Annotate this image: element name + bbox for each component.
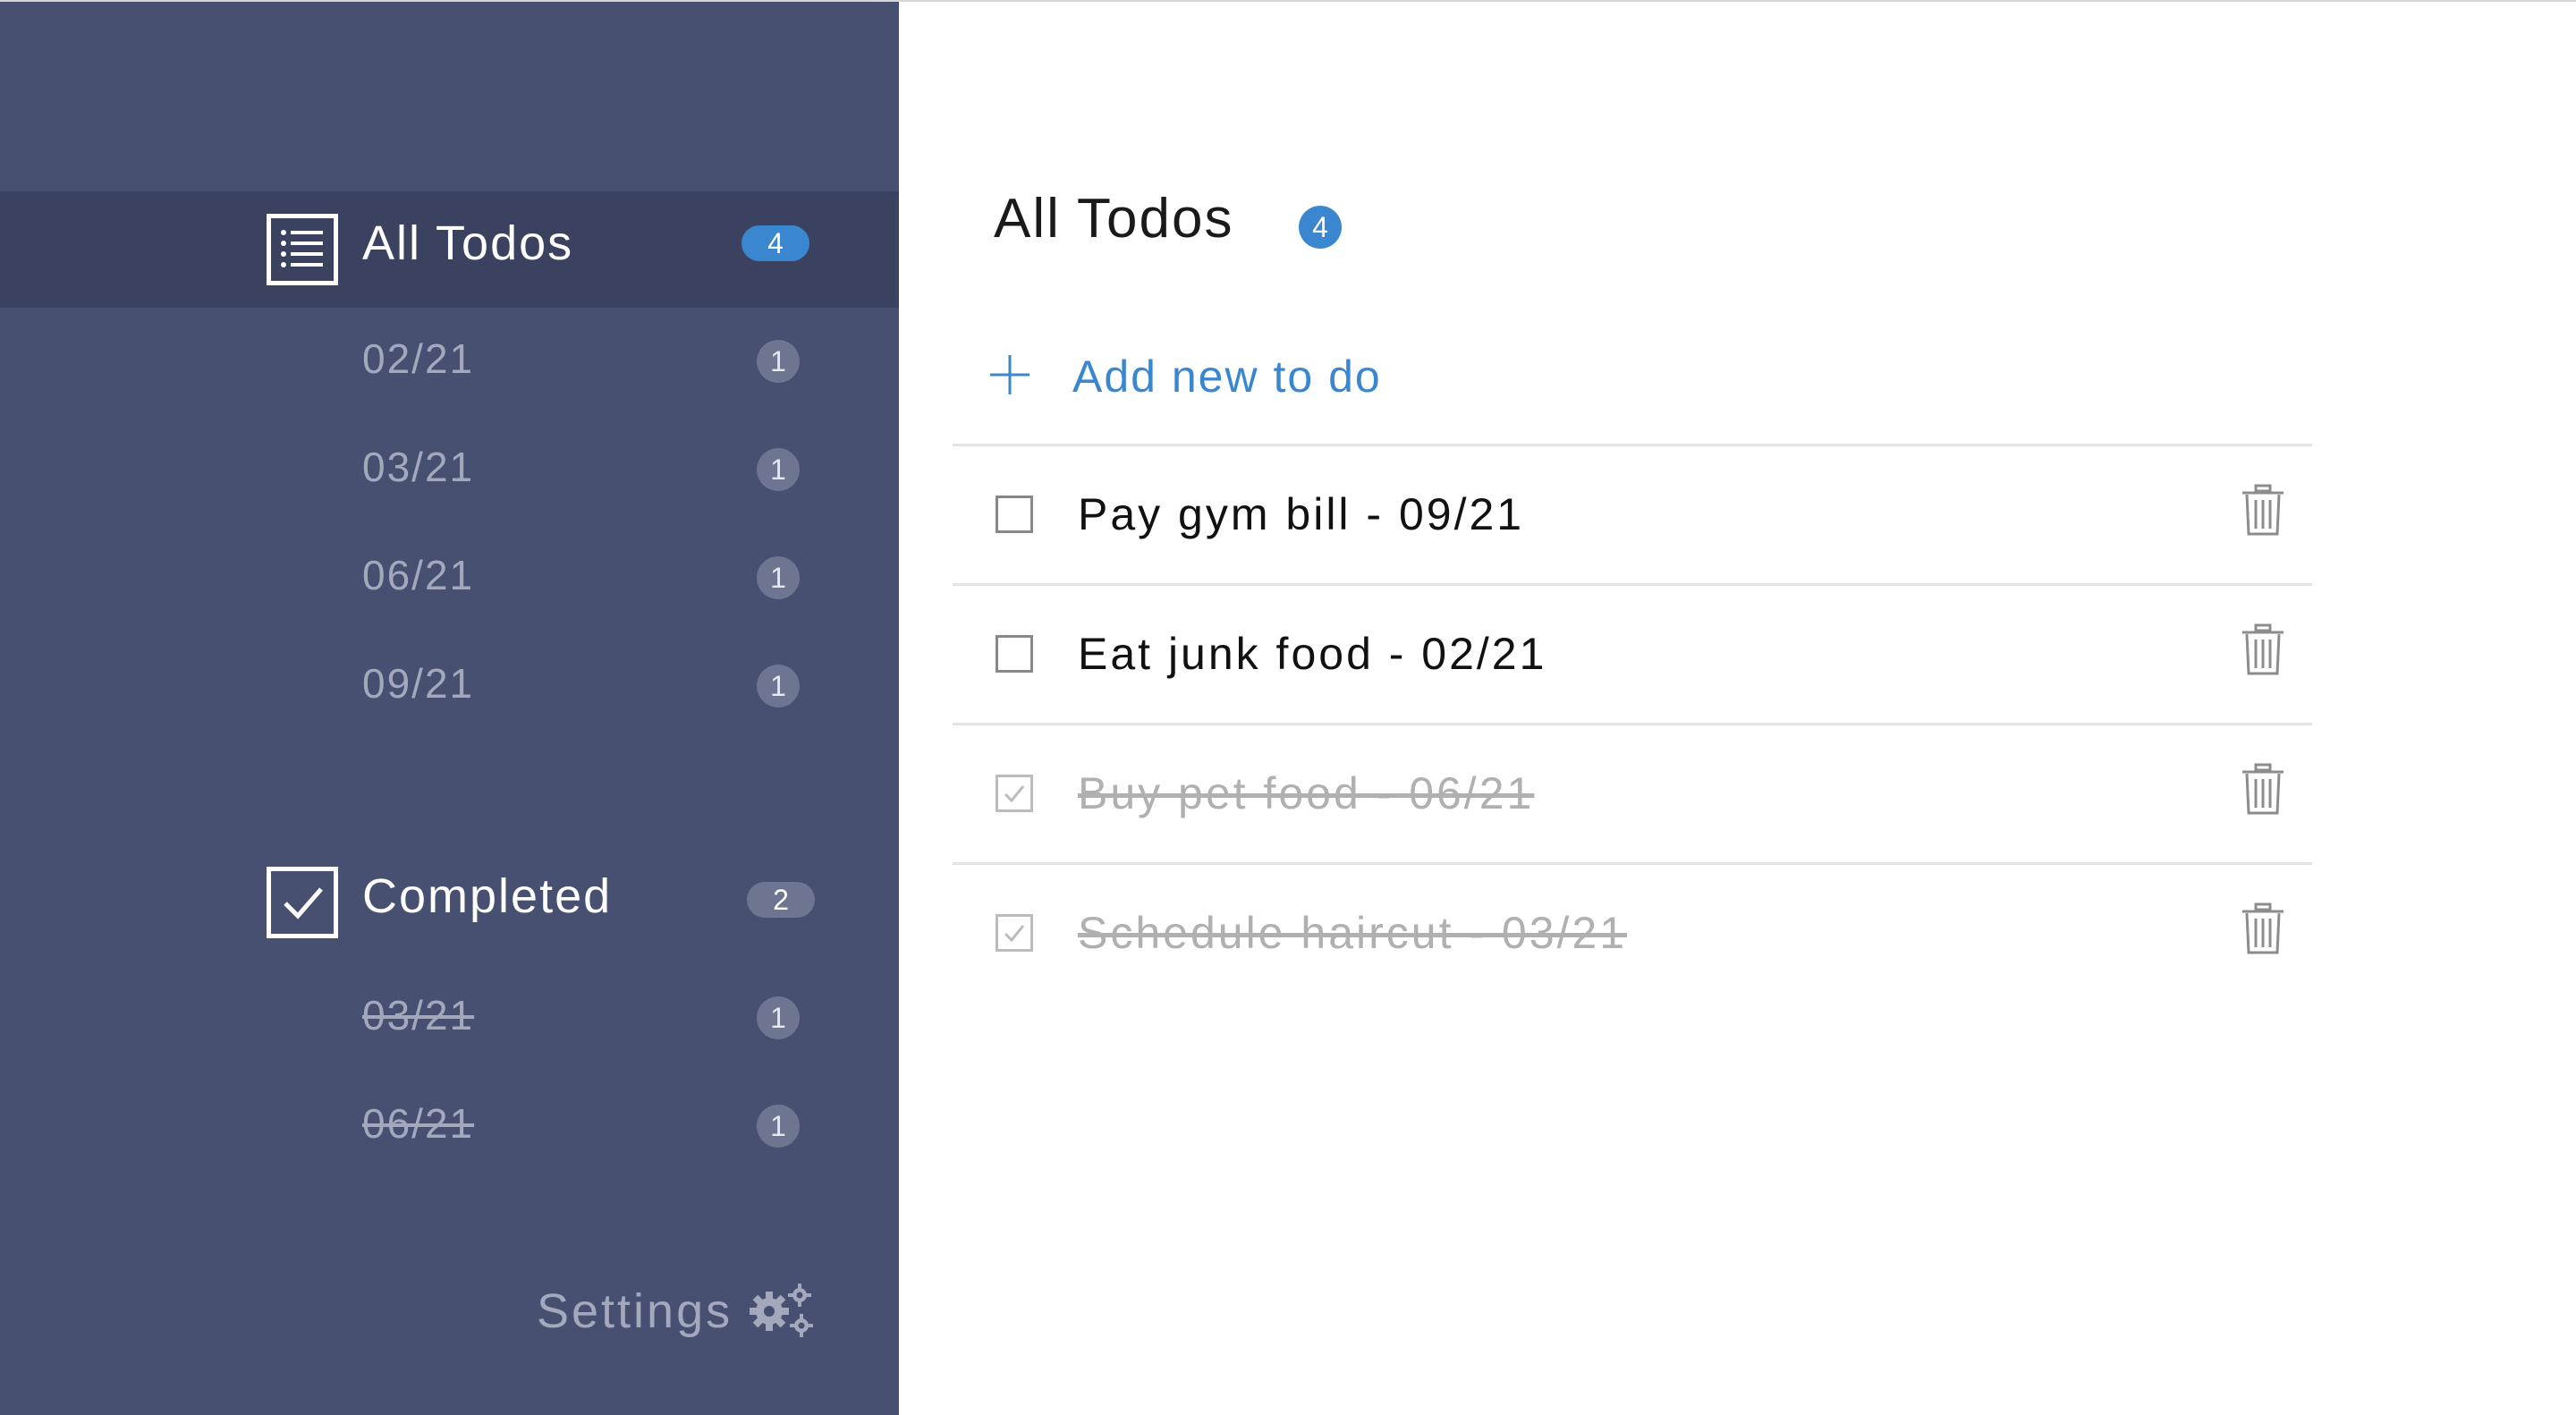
sidebar-date-item-0321[interactable]: 03/21 1: [0, 412, 899, 520]
todo-item-completed: Schedule haircut - 03/21: [953, 862, 2312, 1002]
date-count-badge: 1: [757, 448, 800, 491]
todo-list: Pay gym bill - 09/21 Eat junk food - 02/…: [953, 444, 2312, 1002]
todo-text[interactable]: Schedule haircut - 03/21: [1078, 908, 1627, 958]
date-count-badge: 1: [757, 665, 800, 708]
todo-checkbox[interactable]: [996, 496, 1033, 533]
sidebar-item-label: Completed: [362, 869, 613, 923]
todo-item-completed: Buy pet food - 06/21: [953, 723, 2312, 862]
sidebar-date-item-0921[interactable]: 09/21 1: [0, 629, 899, 736]
trash-icon[interactable]: [2241, 623, 2285, 677]
todo-text[interactable]: Eat junk food - 02/21: [1078, 629, 1546, 679]
date-label: 03/21: [362, 992, 475, 1038]
sidebar-completed-date-item-0321[interactable]: 03/21 1: [0, 961, 899, 1068]
check-icon: [1004, 925, 1025, 943]
todo-checkbox-checked[interactable]: [996, 914, 1033, 952]
date-label: 06/21: [362, 1100, 475, 1147]
date-label: 06/21: [362, 552, 475, 598]
todo-checkbox-checked[interactable]: [996, 775, 1033, 812]
todo-text[interactable]: Buy pet food - 06/21: [1078, 768, 1534, 818]
date-count-badge: 1: [757, 556, 800, 599]
date-count-badge: 1: [757, 340, 800, 383]
gears-icon: [750, 1284, 813, 1337]
date-label: 09/21: [362, 660, 475, 707]
todo-text[interactable]: Pay gym bill - 09/21: [1078, 489, 1524, 539]
todo-checkbox[interactable]: [996, 635, 1033, 673]
checkbox-checked-icon: [267, 867, 338, 938]
add-todo-button[interactable]: Add new to do: [990, 346, 1527, 409]
sidebar: All Todos 4 02/21 1 03/21 1 06/21 1 09/2…: [0, 2, 899, 1415]
page-title: All Todos: [994, 188, 1234, 250]
todo-item: Pay gym bill - 09/21: [953, 444, 2312, 583]
date-label: 02/21: [362, 335, 475, 382]
todo-item: Eat junk food - 02/21: [953, 583, 2312, 723]
sidebar-completed-date-item-0621[interactable]: 06/21 1: [0, 1069, 899, 1176]
trash-icon[interactable]: [2241, 763, 2285, 817]
plus-icon: [990, 355, 1030, 394]
all-todos-count-badge: 4: [741, 225, 809, 261]
main-panel: All Todos 4 Add new to do Pay gym bill -…: [899, 2, 2576, 1415]
date-count-badge: 1: [757, 996, 800, 1039]
sidebar-date-item-0621[interactable]: 06/21 1: [0, 521, 899, 628]
sidebar-item-label: All Todos: [362, 216, 574, 270]
completed-count-badge: 2: [747, 882, 815, 918]
sidebar-date-item-0221[interactable]: 02/21 1: [0, 304, 899, 411]
date-count-badge: 1: [757, 1105, 800, 1148]
title-count-badge: 4: [1299, 206, 1342, 249]
date-label: 03/21: [362, 444, 475, 490]
check-icon: [1004, 785, 1025, 803]
settings-label: Settings: [537, 1284, 733, 1338]
add-todo-label: Add new to do: [1072, 352, 1382, 402]
trash-icon[interactable]: [2241, 484, 2285, 538]
sidebar-item-completed[interactable]: Completed 2: [0, 841, 899, 957]
settings-button[interactable]: Settings: [537, 1281, 823, 1343]
sidebar-item-all-todos[interactable]: All Todos 4: [0, 191, 899, 308]
list-icon: [267, 214, 338, 285]
todo-app: All Todos 4 02/21 1 03/21 1 06/21 1 09/2…: [0, 0, 2576, 1415]
trash-icon[interactable]: [2241, 902, 2285, 956]
